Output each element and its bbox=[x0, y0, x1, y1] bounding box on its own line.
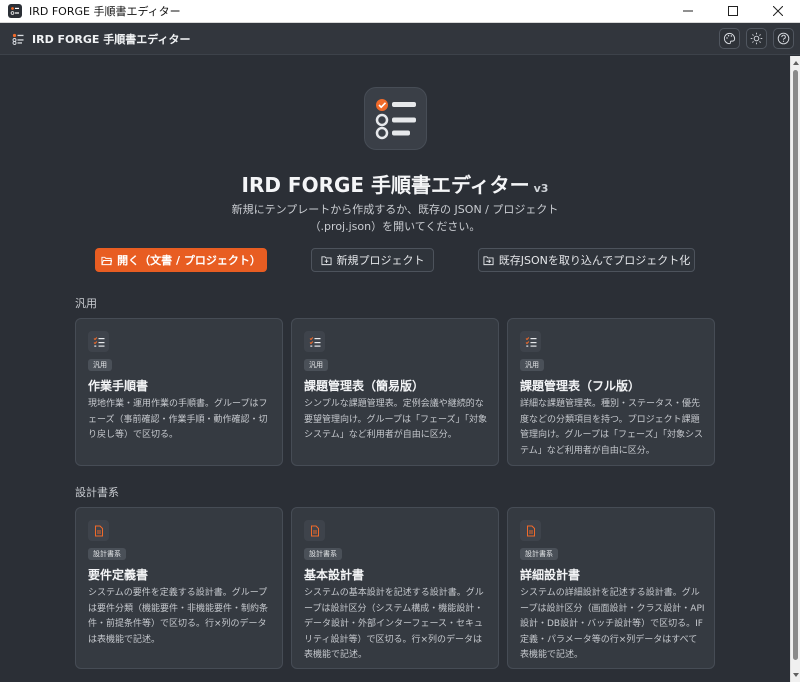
checklist-icon bbox=[520, 331, 541, 352]
card-title: 基本設計書 bbox=[304, 568, 365, 582]
sun-icon bbox=[750, 32, 763, 45]
card-description: システムの基本設計を記述する設計書。グループは設計区分（システム構成・機能設計・… bbox=[304, 588, 484, 660]
template-card-issue-simple[interactable]: 汎用 課題管理表（簡易版） シンプルな課題管理表。定例会議や継続的な要望管理向け… bbox=[291, 318, 499, 466]
maximize-icon bbox=[727, 6, 738, 16]
maximize-button[interactable] bbox=[710, 0, 755, 23]
open-button-label: 開く（文書 / プロジェクト） bbox=[117, 254, 261, 267]
section-label-design: 設計書系 bbox=[75, 486, 119, 499]
app-title: IRD FORGE 手順書エディター bbox=[32, 32, 191, 46]
theme-toggle-button[interactable] bbox=[746, 28, 767, 49]
checklist-icon bbox=[304, 331, 325, 352]
help-icon bbox=[777, 32, 790, 45]
template-card-basic-design[interactable]: 設計書系 基本設計書 システムの基本設計を記述する設計書。グループは設計区分（シ… bbox=[291, 507, 499, 669]
card-title: 課題管理表（簡易版） bbox=[304, 379, 425, 393]
close-button[interactable] bbox=[755, 0, 800, 23]
hero-checklist-icon bbox=[364, 87, 427, 150]
scroll-down-icon[interactable] bbox=[792, 670, 800, 680]
help-button[interactable] bbox=[773, 28, 794, 49]
template-card-issue-full[interactable]: 汎用 課題管理表（フル版） 詳細な課題管理表。種別・ステータス・優先度などの分類… bbox=[507, 318, 715, 466]
page-title-text: IRD FORGE 手順書エディター bbox=[241, 173, 530, 197]
category-badge: 汎用 bbox=[520, 359, 544, 371]
category-badge: 汎用 bbox=[304, 359, 328, 371]
import-json-label: 既存JSONを取り込んでプロジェクト化 bbox=[498, 254, 691, 267]
document-icon bbox=[304, 520, 325, 541]
scroll-up-icon[interactable] bbox=[792, 58, 800, 68]
checklist-icon bbox=[12, 33, 24, 45]
document-icon bbox=[520, 520, 541, 541]
close-icon bbox=[772, 6, 783, 16]
card-description: システムの詳細設計を記述する設計書。グループは設計区分（画面設計・クラス設計・A… bbox=[520, 588, 705, 660]
action-bar: 開く（文書 / プロジェクト） 新規プロジェクト 既存JSONを取り込んでプロジ… bbox=[0, 248, 790, 272]
card-title: 要件定義書 bbox=[88, 568, 149, 582]
page-title: IRD FORGE 手順書エディター v3 bbox=[0, 169, 790, 198]
folder-open-icon bbox=[101, 256, 113, 265]
minimize-button[interactable] bbox=[665, 0, 710, 23]
card-description: システムの要件を定義する設計書。グループは要件分類（機能要件・非機能要件・制約条… bbox=[88, 588, 269, 645]
card-description: シンプルな課題管理表。定例会議や継続的な要望管理向け。グループは「フェーズ」「対… bbox=[304, 399, 488, 440]
app-icon bbox=[8, 4, 22, 18]
category-badge: 設計書系 bbox=[520, 548, 558, 560]
folder-import-icon bbox=[483, 255, 494, 265]
version-label: v3 bbox=[533, 182, 549, 195]
window-title: IRD FORGE 手順書エディター bbox=[29, 5, 181, 18]
import-json-button[interactable]: 既存JSONを取り込んでプロジェクト化 bbox=[478, 248, 695, 272]
document-icon bbox=[88, 520, 109, 541]
section-label-general: 汎用 bbox=[75, 297, 97, 310]
scrollbar-thumb[interactable] bbox=[793, 70, 798, 660]
vertical-scrollbar[interactable] bbox=[790, 56, 800, 682]
card-description: 現地作業・運用作業の手順書。グループはフェーズ（事前確認・作業手順・動作確認・切… bbox=[88, 399, 268, 440]
card-title: 詳細設計書 bbox=[520, 568, 581, 582]
window-titlebar: IRD FORGE 手順書エディター bbox=[0, 0, 800, 23]
checklist-icon bbox=[88, 331, 109, 352]
new-project-label: 新規プロジェクト bbox=[336, 254, 425, 267]
start-screen: IRD FORGE 手順書エディター v3 新規にテンプレートから作成するか、既存… bbox=[0, 56, 800, 682]
theme-palette-button[interactable] bbox=[719, 28, 740, 49]
minimize-icon bbox=[682, 10, 693, 12]
template-card-detail-design[interactable]: 設計書系 詳細設計書 システムの詳細設計を記述する設計書。グループは設計区分（画… bbox=[507, 507, 715, 669]
card-title: 課題管理表（フル版） bbox=[520, 379, 641, 393]
category-badge: 設計書系 bbox=[88, 548, 126, 560]
palette-icon bbox=[724, 32, 736, 45]
card-title: 作業手順書 bbox=[88, 379, 149, 393]
open-button[interactable]: 開く（文書 / プロジェクト） bbox=[95, 248, 267, 272]
app-header: IRD FORGE 手順書エディター bbox=[0, 23, 800, 55]
new-project-button[interactable]: 新規プロジェクト bbox=[311, 248, 434, 272]
template-card-requirements[interactable]: 設計書系 要件定義書 システムの要件を定義する設計書。グループは要件分類（機能要… bbox=[75, 507, 283, 669]
template-card-work-procedure[interactable]: 汎用 作業手順書 現地作業・運用作業の手順書。グループはフェーズ（事前確認・作業… bbox=[75, 318, 283, 466]
category-badge: 設計書系 bbox=[304, 548, 342, 560]
page-description: 新規にテンプレートから作成するか、既存の JSON / プロジェクト（.proj… bbox=[231, 203, 559, 233]
card-description: 詳細な課題管理表。種別・ステータス・優先度などの分類項目を持つ。プロジェクト課題… bbox=[520, 399, 704, 456]
category-badge: 汎用 bbox=[88, 359, 112, 371]
folder-plus-icon bbox=[320, 255, 332, 265]
